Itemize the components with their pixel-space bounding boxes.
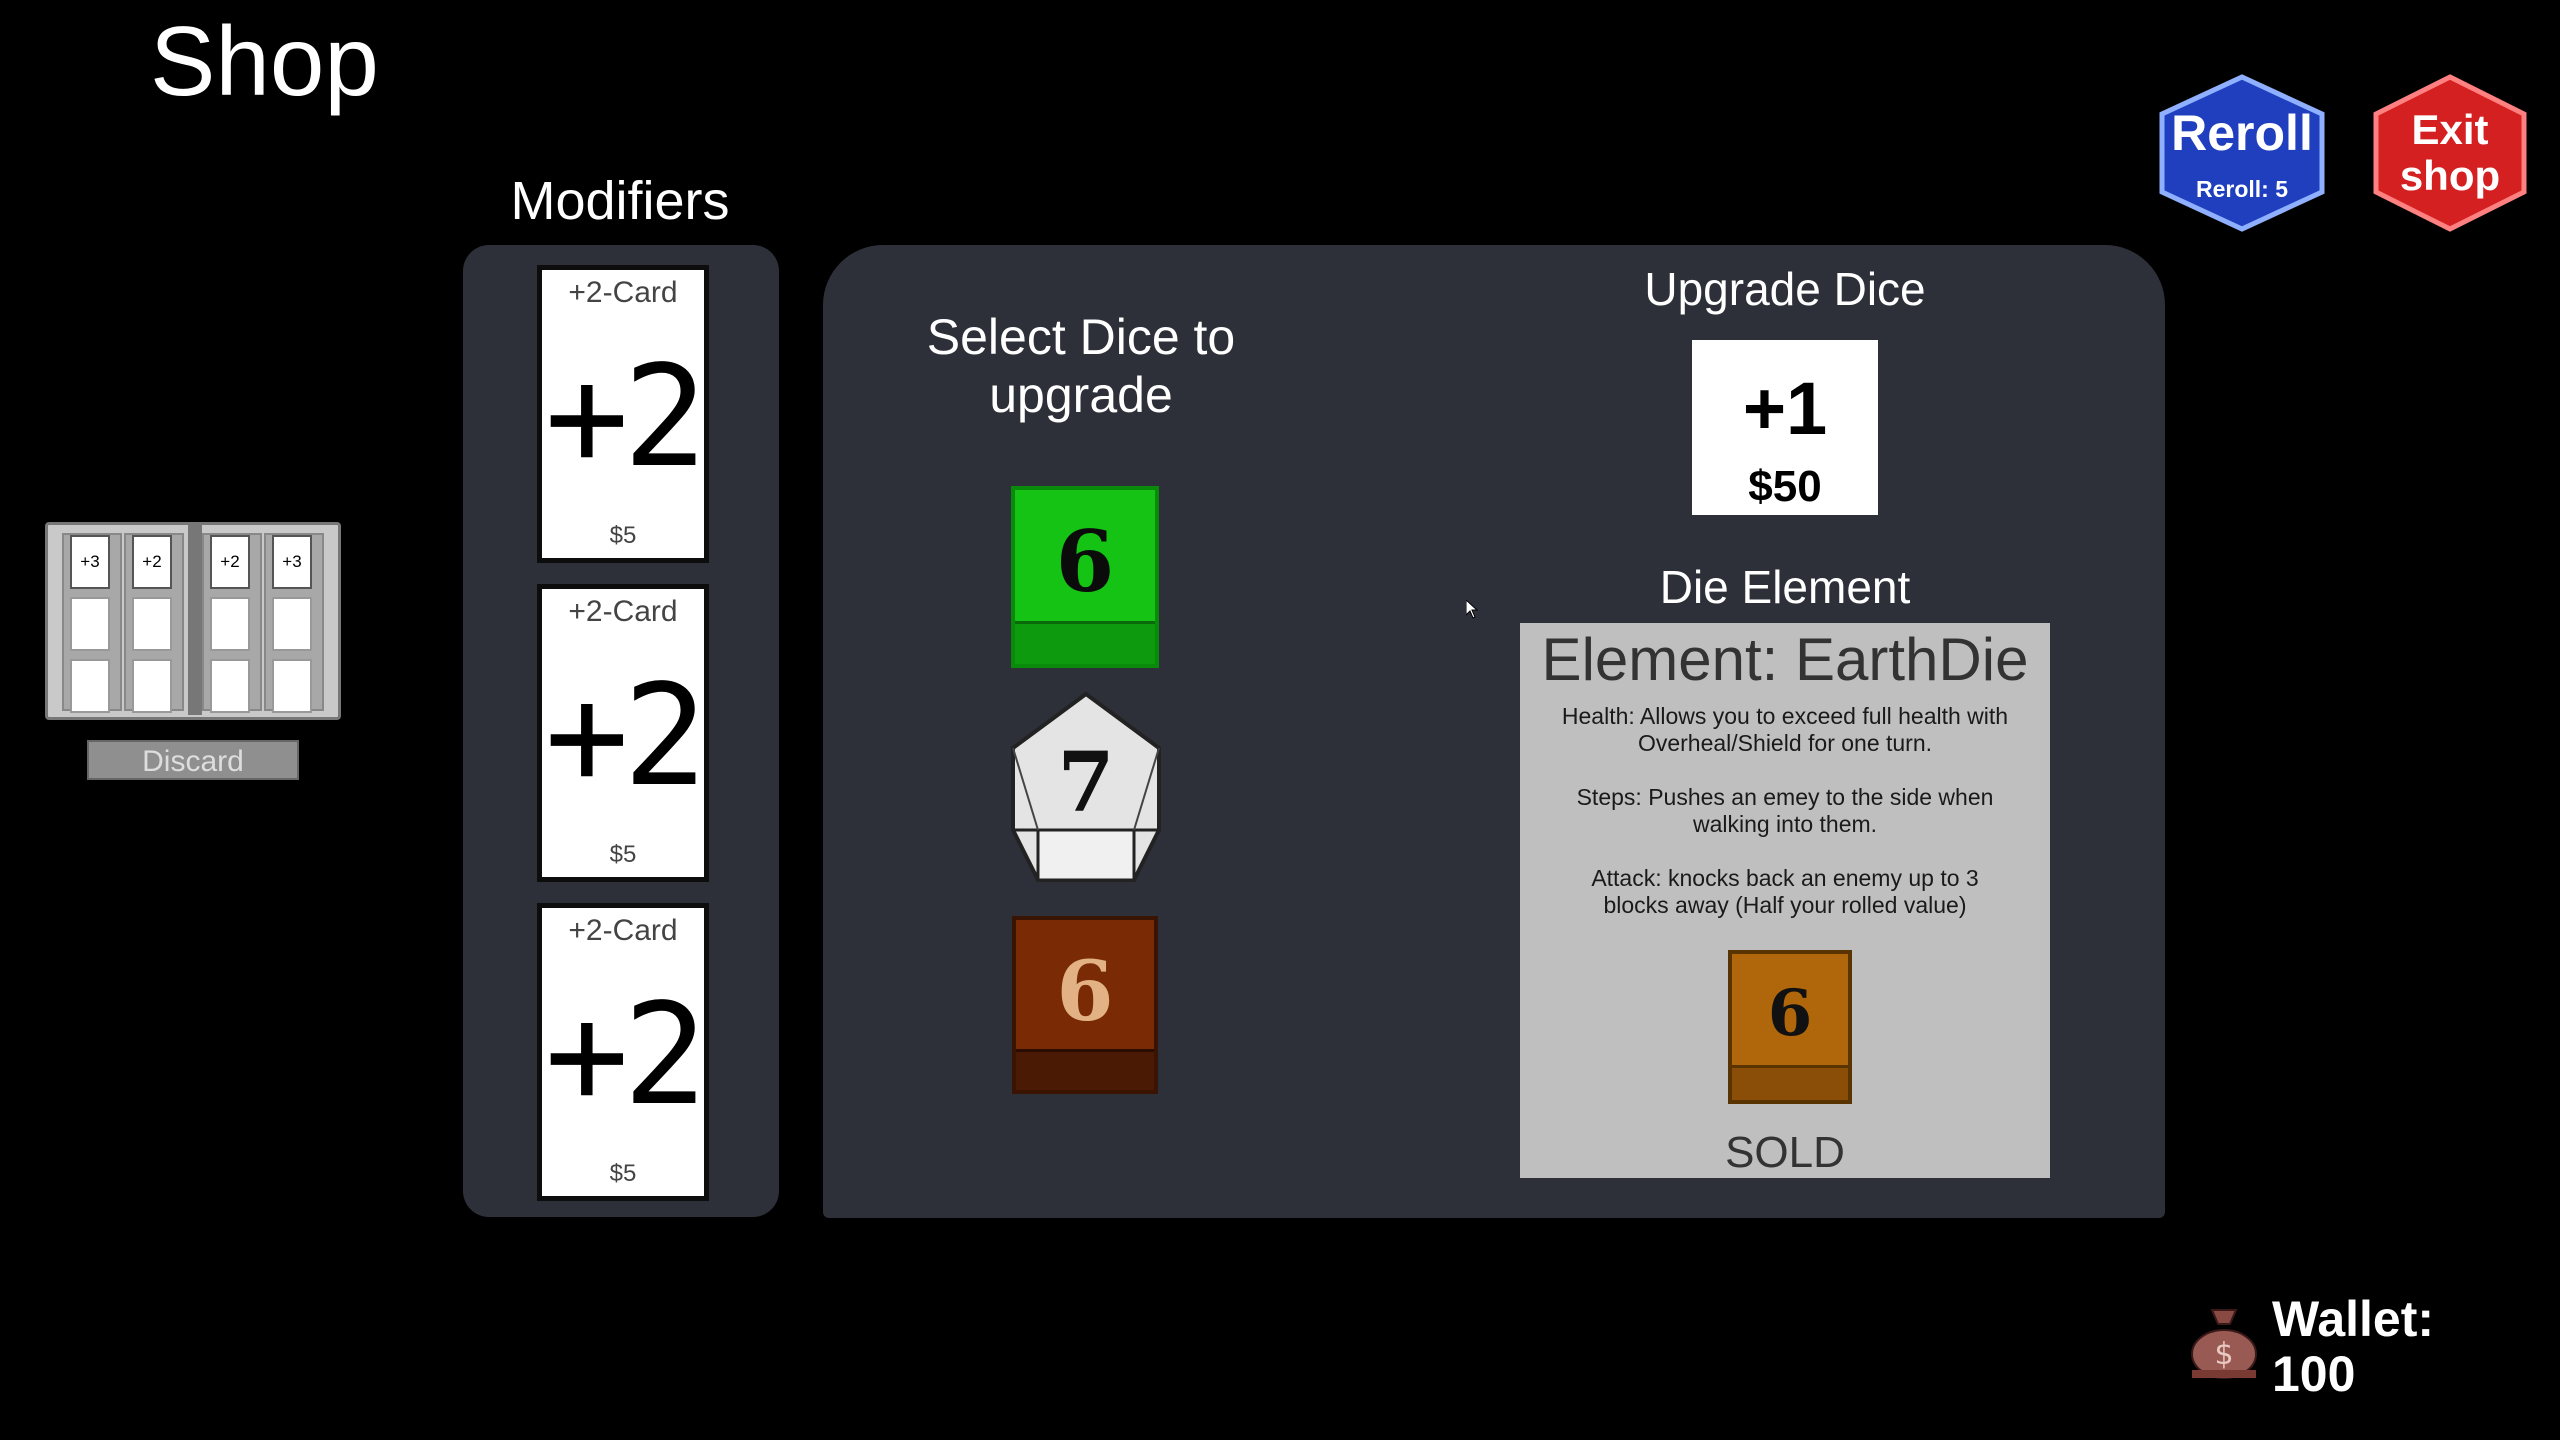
deck-mini-card: +3 — [70, 535, 110, 589]
reroll-label: Reroll — [2171, 105, 2313, 161]
exit-shop-button[interactable]: Exit shop — [2372, 74, 2528, 232]
dice-option-green[interactable]: 6 — [1011, 486, 1159, 668]
die-element-card[interactable]: Element: EarthDie Health: Allows you to … — [1520, 623, 2050, 1178]
element-attack-desc: Attack: knocks back an enemy up to 3 — [1591, 865, 1979, 891]
die-base — [1015, 621, 1155, 664]
die-value: 6 — [1767, 976, 1813, 1051]
deck-empty-slot — [70, 659, 110, 713]
select-dice-title: Select Dice to upgrade — [926, 309, 1236, 423]
modifiers-panel: +2-Card +2 $5 +2-Card +2 $5 +2-Card +2 $… — [463, 245, 779, 1217]
die-value: 7 — [1057, 735, 1115, 831]
die-base — [1016, 1049, 1154, 1090]
modifier-card[interactable]: +2-Card +2 $5 — [537, 903, 709, 1201]
upgrade-value: +1 — [1742, 367, 1828, 450]
svg-text:$: $ — [2214, 1337, 2233, 1372]
element-health-desc: Overheal/Shield for one turn. — [1637, 730, 1933, 756]
reroll-count: Reroll: 5 — [2195, 176, 2289, 202]
money-bag-icon: $ — [2188, 1304, 2260, 1380]
modifiers-title: Modifiers — [510, 171, 730, 231]
modifier-card[interactable]: +2-Card +2 $5 — [537, 265, 709, 563]
reroll-button[interactable]: Reroll Reroll: 5 — [2158, 74, 2326, 232]
die-value: 6 — [1055, 512, 1115, 611]
deck-empty-slot — [272, 597, 312, 651]
modifier-card-name: +2-Card — [568, 276, 678, 309]
mouse-cursor-icon — [1465, 598, 1480, 620]
deck-empty-slot — [272, 659, 312, 713]
deck-empty-slot — [132, 597, 172, 651]
element-steps-desc: walking into them. — [1692, 811, 1878, 837]
modifier-card-price: $5 — [609, 1160, 637, 1187]
modifier-card-price: $5 — [609, 522, 637, 549]
modifier-card-price: $5 — [609, 841, 637, 868]
modifier-card-value: +2 — [544, 655, 708, 818]
deck-empty-slot — [70, 597, 110, 651]
deck-empty-slot — [210, 597, 250, 651]
wallet-display: Wallet: 100 — [2272, 1292, 2434, 1402]
die-element-title: Die Element — [1659, 561, 1911, 613]
die-base — [1732, 1065, 1848, 1100]
deck-empty-slot — [132, 659, 172, 713]
dice-option-brown[interactable]: 6 — [1012, 916, 1158, 1094]
element-attack-desc: blocks away (Half your rolled value) — [1603, 892, 1967, 918]
deck-mini-card: +2 — [132, 535, 172, 589]
deck-empty-slot — [210, 659, 250, 713]
element-name: Element: EarthDie — [1541, 626, 2029, 693]
element-health-desc: Health: Allows you to exceed full health… — [1561, 703, 2009, 729]
upgrade-dice-title: Upgrade Dice — [1644, 263, 1926, 315]
deck-mini-card: +3 — [272, 535, 312, 589]
modifier-card-value: +2 — [544, 974, 708, 1137]
wallet-label: Wallet: — [2272, 1291, 2435, 1347]
upgrade-price: $50 — [1748, 462, 1822, 511]
deck-spine — [188, 525, 202, 715]
exit-label-line2: shop — [2399, 152, 2501, 199]
wallet-amount: 100 — [2272, 1346, 2356, 1402]
element-steps-desc: Steps: Pushes an emey to the side when — [1576, 784, 1994, 810]
sold-label: SOLD — [1725, 1128, 1845, 1177]
page-title: Shop — [150, 6, 379, 116]
deck-book[interactable]: +3 +2 +2 +3 — [45, 522, 341, 720]
modifier-card-name: +2-Card — [568, 595, 678, 628]
deck-mini-card: +2 — [210, 535, 250, 589]
dice-option-white-d10[interactable]: 7 — [1006, 690, 1166, 886]
element-die: 6 — [1728, 950, 1852, 1104]
modifier-card-name: +2-Card — [568, 914, 678, 947]
discard-button[interactable]: Discard — [87, 740, 299, 780]
exit-label-line1: Exit — [2411, 106, 2489, 153]
modifier-card[interactable]: +2-Card +2 $5 — [537, 584, 709, 882]
die-value: 6 — [1056, 944, 1114, 1040]
upgrade-card[interactable]: +1 $50 — [1692, 340, 1878, 515]
modifier-card-value: +2 — [544, 336, 708, 499]
